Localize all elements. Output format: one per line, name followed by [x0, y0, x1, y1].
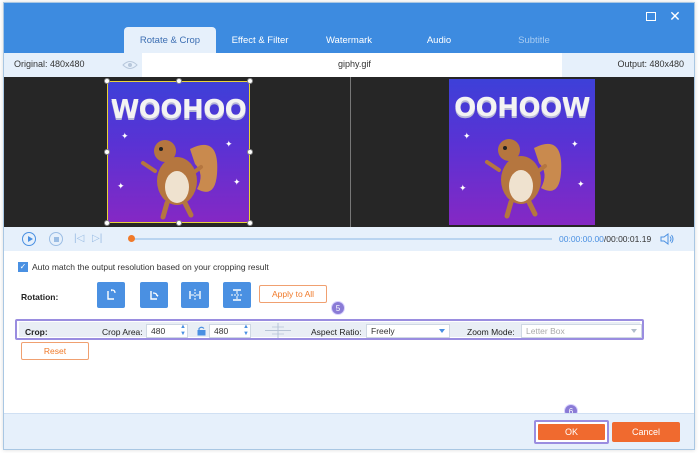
lock-icon[interactable] [197, 326, 206, 336]
editor-window: ✕ Rotate & Crop Effect & Filter Watermar… [3, 2, 695, 450]
center-crop-icon[interactable] [265, 323, 291, 338]
title-bar: ✕ Rotate & Crop Effect & Filter Watermar… [4, 3, 694, 53]
tab-bar: Rotate & Crop Effect & Filter Watermark … [4, 27, 694, 53]
crop-handle[interactable] [104, 220, 110, 226]
crop-area-label: Crop Area: [102, 327, 143, 337]
crop-label: Crop: [25, 327, 48, 337]
zoom-mode-label: Zoom Mode: [467, 327, 515, 337]
auto-match-checkbox[interactable]: ✓ [18, 262, 28, 272]
ok-highlight: OK [534, 420, 609, 444]
aspect-ratio-select[interactable]: Freely [366, 324, 450, 338]
progress-knob[interactable] [128, 235, 135, 242]
rotation-label: Rotation: [21, 292, 59, 302]
rotate-left-icon [107, 289, 116, 300]
tab-rotate-crop[interactable]: Rotate & Crop [124, 27, 216, 53]
crop-row-background: Crop: Crop Area: 480 ▲ ▼ 480 ▲ ▼ Aspect Ra… [19, 322, 642, 338]
crop-handle[interactable] [247, 220, 253, 226]
chevron-down-icon [439, 329, 445, 333]
sparkle-icon: ✦ [459, 183, 467, 193]
zoom-mode-value: Letter Box [526, 326, 565, 336]
info-bar: Original: 480x480 giphy.gif Output: 480x… [4, 53, 694, 77]
height-stepper[interactable]: ▲ ▼ [242, 324, 250, 338]
tab-subtitle[interactable]: Subtitle [504, 27, 564, 53]
apply-to-all-button[interactable]: Apply to All [259, 285, 327, 303]
squirrel-figure [485, 139, 562, 219]
play-icon[interactable] [22, 232, 36, 246]
sparkle-icon: ✦ [463, 131, 471, 141]
sparkle-icon: ✦ [571, 139, 579, 149]
stop-icon[interactable] [49, 232, 63, 246]
reset-button[interactable]: Reset [21, 342, 89, 360]
crop-frame[interactable] [107, 81, 250, 223]
flip-vertical-icon [231, 289, 243, 301]
ok-button[interactable]: OK [538, 424, 605, 440]
crop-handle[interactable] [176, 220, 182, 226]
progress-track[interactable] [132, 238, 552, 240]
original-resolution: Original: 480x480 [14, 59, 85, 69]
width-stepper[interactable]: ▲ ▼ [179, 324, 187, 338]
crop-handle[interactable] [247, 78, 253, 84]
tab-audio[interactable]: Audio [414, 27, 464, 53]
preview-area: WOOHOO ✦ ✦ ✦ ✦ OOHOOW ✦ ✦ ✦ ✦ [4, 77, 694, 227]
crop-settings-row: Crop: Crop Area: 480 ▲ ▼ 480 ▲ ▼ Aspect Ra… [15, 319, 644, 340]
chevron-down-icon [631, 329, 637, 333]
maximize-icon[interactable] [644, 9, 658, 23]
eye-icon[interactable] [122, 60, 138, 70]
flip-vertical-button[interactable] [223, 282, 251, 308]
total-time: /00:00:01.19 [603, 234, 652, 244]
previous-frame-icon[interactable]: |◁ [74, 233, 84, 244]
crop-handle[interactable] [176, 78, 182, 84]
file-name: giphy.gif [338, 59, 371, 69]
close-icon[interactable]: ✕ [668, 9, 682, 23]
preview-divider [350, 77, 351, 227]
auto-match-label: Auto match the output resolution based o… [32, 262, 269, 272]
crop-handle[interactable] [247, 149, 253, 155]
output-image-text: OOHOOW [454, 93, 590, 123]
crop-handle[interactable] [104, 149, 110, 155]
output-preview-image: OOHOOW ✦ ✦ ✦ ✦ [449, 79, 595, 225]
flip-horizontal-button[interactable] [181, 282, 209, 308]
rotate-right-button[interactable] [140, 282, 168, 308]
time-display: 00:00:00.00/00:00:01.19 [559, 234, 651, 244]
volume-icon[interactable] [660, 233, 674, 245]
crop-handle[interactable] [104, 78, 110, 84]
aspect-ratio-label: Aspect Ratio: [311, 327, 362, 337]
flip-horizontal-icon [189, 289, 201, 301]
settings-panel: ✓ Auto match the output resolution based… [4, 251, 694, 413]
output-resolution: Output: 480x480 [617, 59, 684, 69]
sparkle-icon: ✦ [577, 179, 585, 189]
zoom-mode-select[interactable]: Letter Box [521, 324, 642, 338]
rotate-right-icon [150, 291, 159, 300]
tab-watermark[interactable]: Watermark [314, 27, 384, 53]
footer-bar: OK Cancel [4, 413, 694, 449]
tab-effect-filter[interactable]: Effect & Filter [222, 27, 298, 53]
cancel-button[interactable]: Cancel [612, 422, 680, 442]
step-badge: 5 [331, 301, 345, 315]
rotate-left-button[interactable] [97, 282, 125, 308]
auto-match-row[interactable]: ✓ Auto match the output resolution based… [18, 262, 269, 272]
current-time: 00:00:00.00 [559, 234, 604, 244]
playback-controls: |◁ ▷| 00:00:00.00/00:00:01.19 [4, 227, 694, 251]
next-frame-icon[interactable]: ▷| [92, 233, 102, 244]
aspect-ratio-value: Freely [371, 326, 395, 336]
